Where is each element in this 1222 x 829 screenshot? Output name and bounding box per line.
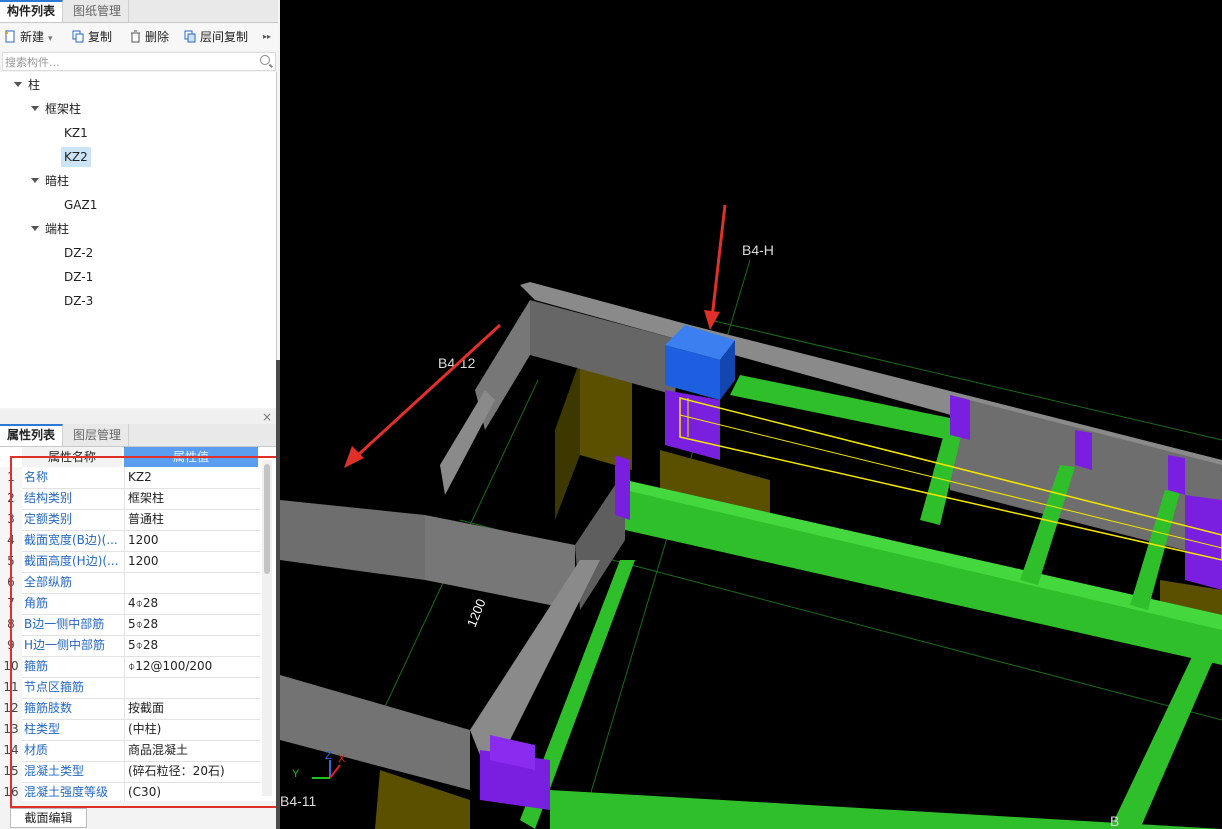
component-toolbar: 新建 ▾ 复制 删除 层间复制 ▸▸ [0,24,278,50]
new-button[interactable]: 新建 ▾ [4,28,53,46]
column [1185,495,1222,590]
tree-group-hidden-column[interactable]: 暗柱 [31,171,69,191]
section-edit-button[interactable]: 截面编辑 [10,808,87,828]
close-icon[interactable]: × [262,410,272,424]
column [1168,455,1185,495]
delete-button[interactable]: 删除 [129,28,169,46]
expand-icon [14,82,22,87]
search-input[interactable]: 搜索构件... [2,52,276,71]
dropdown-arrow-icon: ▾ [48,34,53,44]
toolbar-more-button[interactable]: ▸▸ [263,28,271,46]
red-highlight-box [10,456,289,808]
tab-layer-management[interactable]: 图层管理 [66,424,130,446]
x-axis-label: X [338,753,346,765]
tree-group-frame-column[interactable]: 框架柱 [31,99,81,119]
column [950,395,970,440]
grid-label-b411: B4-11 [280,793,317,809]
tree-item-dz3[interactable]: DZ-3 [64,291,93,311]
tree-item-kz1[interactable]: KZ1 [64,123,88,143]
left-panel: 构件列表 图纸管理 新建 ▾ 复制 删除 层间复制 ▸▸ 搜索构件... 柱 框架… [0,0,289,829]
new-file-icon [5,30,15,43]
grid-label-b: B [1110,813,1119,829]
floor-copy-icon [184,30,196,43]
tree-item-gaz1[interactable]: GAZ1 [64,195,97,215]
copy-icon [72,30,84,43]
tab-component-list[interactable]: 构件列表 [0,0,64,22]
expand-icon [31,106,39,111]
panel-divider: × [0,410,278,424]
tree-item-dz1[interactable]: DZ-1 [64,267,93,287]
expand-icon [31,178,39,183]
component-tree: 柱 框架柱 KZ1 KZ2 暗柱 GAZ1 端柱 DZ-2 DZ-1 DZ-3 [0,72,277,408]
y-axis-label: Y [292,768,300,780]
trash-icon [131,30,140,43]
component-tabs: 构件列表 图纸管理 [0,0,278,23]
tree-group-end-column[interactable]: 端柱 [31,219,69,239]
grid-label-b4h: B4-H [742,242,774,258]
tab-drawing-management[interactable]: 图纸管理 [66,0,130,22]
3d-model-view[interactable]: B4-H B4-12 B4-11 B 1200 Z X Y [280,0,1222,829]
search-placeholder: 搜索构件... [5,56,60,69]
tree-item-kz2[interactable]: KZ2 [61,147,91,167]
tree-node-root[interactable]: 柱 [14,75,40,95]
column [1075,430,1092,470]
expand-icon [31,226,39,231]
copy-button[interactable]: 复制 [72,28,112,46]
z-axis-label: Z [325,750,332,762]
property-tabs: 属性列表 图层管理 [0,424,278,447]
tab-property-list[interactable]: 属性列表 [0,424,64,446]
tree-item-dz2[interactable]: DZ-2 [64,243,93,263]
column [615,455,630,520]
view-background [280,0,1222,829]
search-icon [260,55,270,65]
floor-copy-button[interactable]: 层间复制 [184,28,248,46]
